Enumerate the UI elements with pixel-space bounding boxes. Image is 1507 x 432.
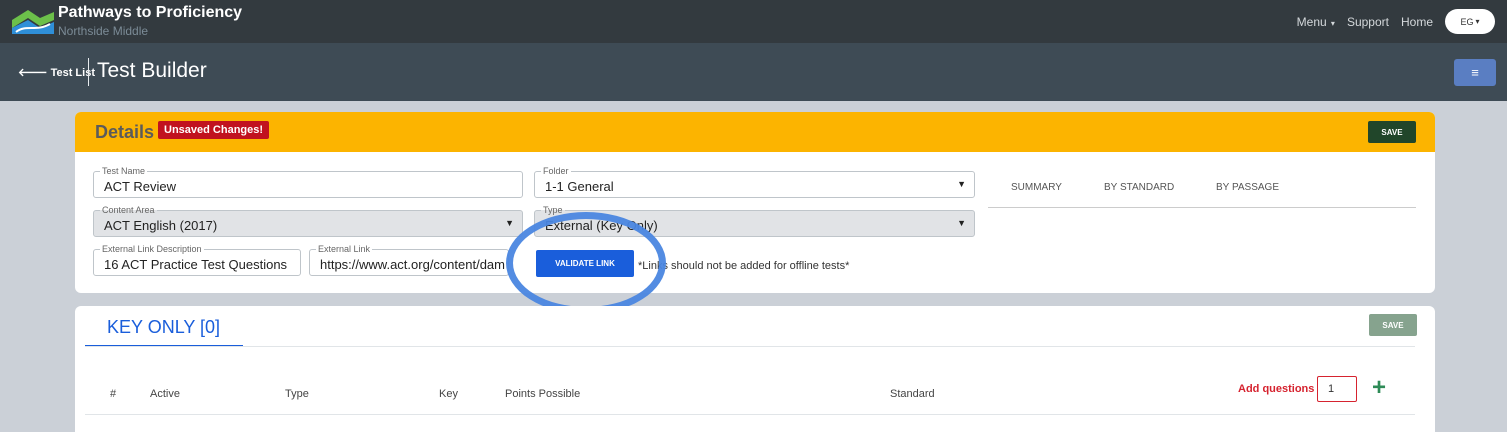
user-initials: EG (1460, 16, 1474, 27)
external-link-field[interactable]: External Link https://www.act.org/conten… (309, 244, 509, 276)
highlight-circle-annotation (506, 212, 666, 314)
page-title: Test Builder (97, 59, 207, 82)
chevron-down-icon: ▾ (1475, 17, 1480, 26)
table-header-divider (85, 414, 1415, 415)
details-card: Details Unsaved Changes! SAVE Test Name … (75, 112, 1435, 293)
menu-dropdown[interactable]: Menu ▾ (1297, 15, 1335, 29)
column-header-type: Type (285, 388, 309, 400)
school-name: Northside Middle (58, 24, 149, 38)
dropdown-arrow-icon: ▼ (957, 179, 966, 189)
dropdown-arrow-icon: ▼ (505, 218, 514, 228)
user-avatar-button[interactable]: EG ▾ (1445, 9, 1495, 34)
add-questions-count-input[interactable]: 1 (1317, 376, 1357, 402)
hamburger-menu-icon[interactable]: ≡ (1454, 59, 1496, 86)
folder-select[interactable]: Folder 1-1 General ▼ (534, 166, 975, 198)
content-area-label: Content Area (100, 205, 157, 215)
offline-links-note: *Links should not be added for offline t… (638, 260, 850, 272)
column-header-key: Key (439, 388, 458, 400)
tab-by-standard[interactable]: BY STANDARD (1104, 182, 1174, 193)
test-name-field[interactable]: Test Name ACT Review (93, 166, 523, 198)
folder-value: 1-1 General (545, 179, 614, 194)
details-save-button[interactable]: SAVE (1368, 121, 1416, 143)
column-header-number: # (110, 388, 117, 400)
test-name-label: Test Name (100, 166, 148, 176)
key-only-card: KEY ONLY [0] SAVE # Active Type Key Poin… (75, 306, 1435, 432)
tab-summary[interactable]: SUMMARY (1011, 182, 1062, 193)
add-icon[interactable]: + (1372, 374, 1386, 402)
page-header-bar: 🡐 Test List Test Builder ≡ (0, 43, 1507, 101)
unsaved-changes-badge: Unsaved Changes! (158, 121, 270, 139)
column-header-points-possible: Points Possible (505, 388, 581, 400)
pathways-logo-icon[interactable] (10, 6, 58, 38)
tab-divider (85, 346, 1415, 347)
details-tabs: SUMMARY BY STANDARD BY PASSAGE (988, 156, 1416, 208)
external-link-label: External Link (316, 244, 373, 254)
external-link-value: https://www.act.org/content/dam/act (320, 257, 505, 272)
menu-label: Menu (1296, 14, 1327, 29)
external-link-description-field[interactable]: External Link Description 16 ACT Practic… (93, 244, 301, 276)
app-title[interactable]: Pathways to Proficiency (58, 4, 242, 22)
key-only-tab-label: KEY ONLY [0] (107, 317, 221, 337)
content-area-select: Content Area ACT English (2017) ▼ (93, 205, 523, 237)
add-questions-label: Add questions (1238, 383, 1315, 395)
support-link[interactable]: Support (1347, 15, 1389, 29)
top-navbar: Pathways to Proficiency Northside Middle… (0, 0, 1507, 43)
external-link-description-value: 16 ACT Practice Test Questions (104, 257, 288, 272)
chevron-down-icon: ▾ (1328, 18, 1335, 28)
back-to-test-list-link[interactable]: 🡐 Test List (18, 65, 95, 79)
dropdown-arrow-icon: ▼ (957, 218, 966, 228)
details-title: Details (95, 122, 155, 142)
external-link-description-label: External Link Description (100, 244, 204, 254)
column-header-active: Active (150, 388, 180, 400)
key-only-save-button[interactable]: SAVE (1369, 314, 1417, 336)
content-area-value: ACT English (2017) (104, 218, 218, 233)
test-name-value: ACT Review (104, 179, 177, 194)
arrow-left-icon: 🡐 (18, 67, 51, 79)
folder-label: Folder (541, 166, 571, 176)
column-header-standard: Standard (890, 388, 935, 400)
home-link[interactable]: Home (1401, 15, 1433, 29)
divider (88, 58, 89, 86)
nav-right: Menu ▾ Support Home EG ▾ (1297, 9, 1495, 34)
tab-key-only[interactable]: KEY ONLY [0] (85, 317, 243, 347)
details-header: Details Unsaved Changes! SAVE (75, 112, 1435, 152)
tab-by-passage[interactable]: BY PASSAGE (1216, 182, 1279, 193)
